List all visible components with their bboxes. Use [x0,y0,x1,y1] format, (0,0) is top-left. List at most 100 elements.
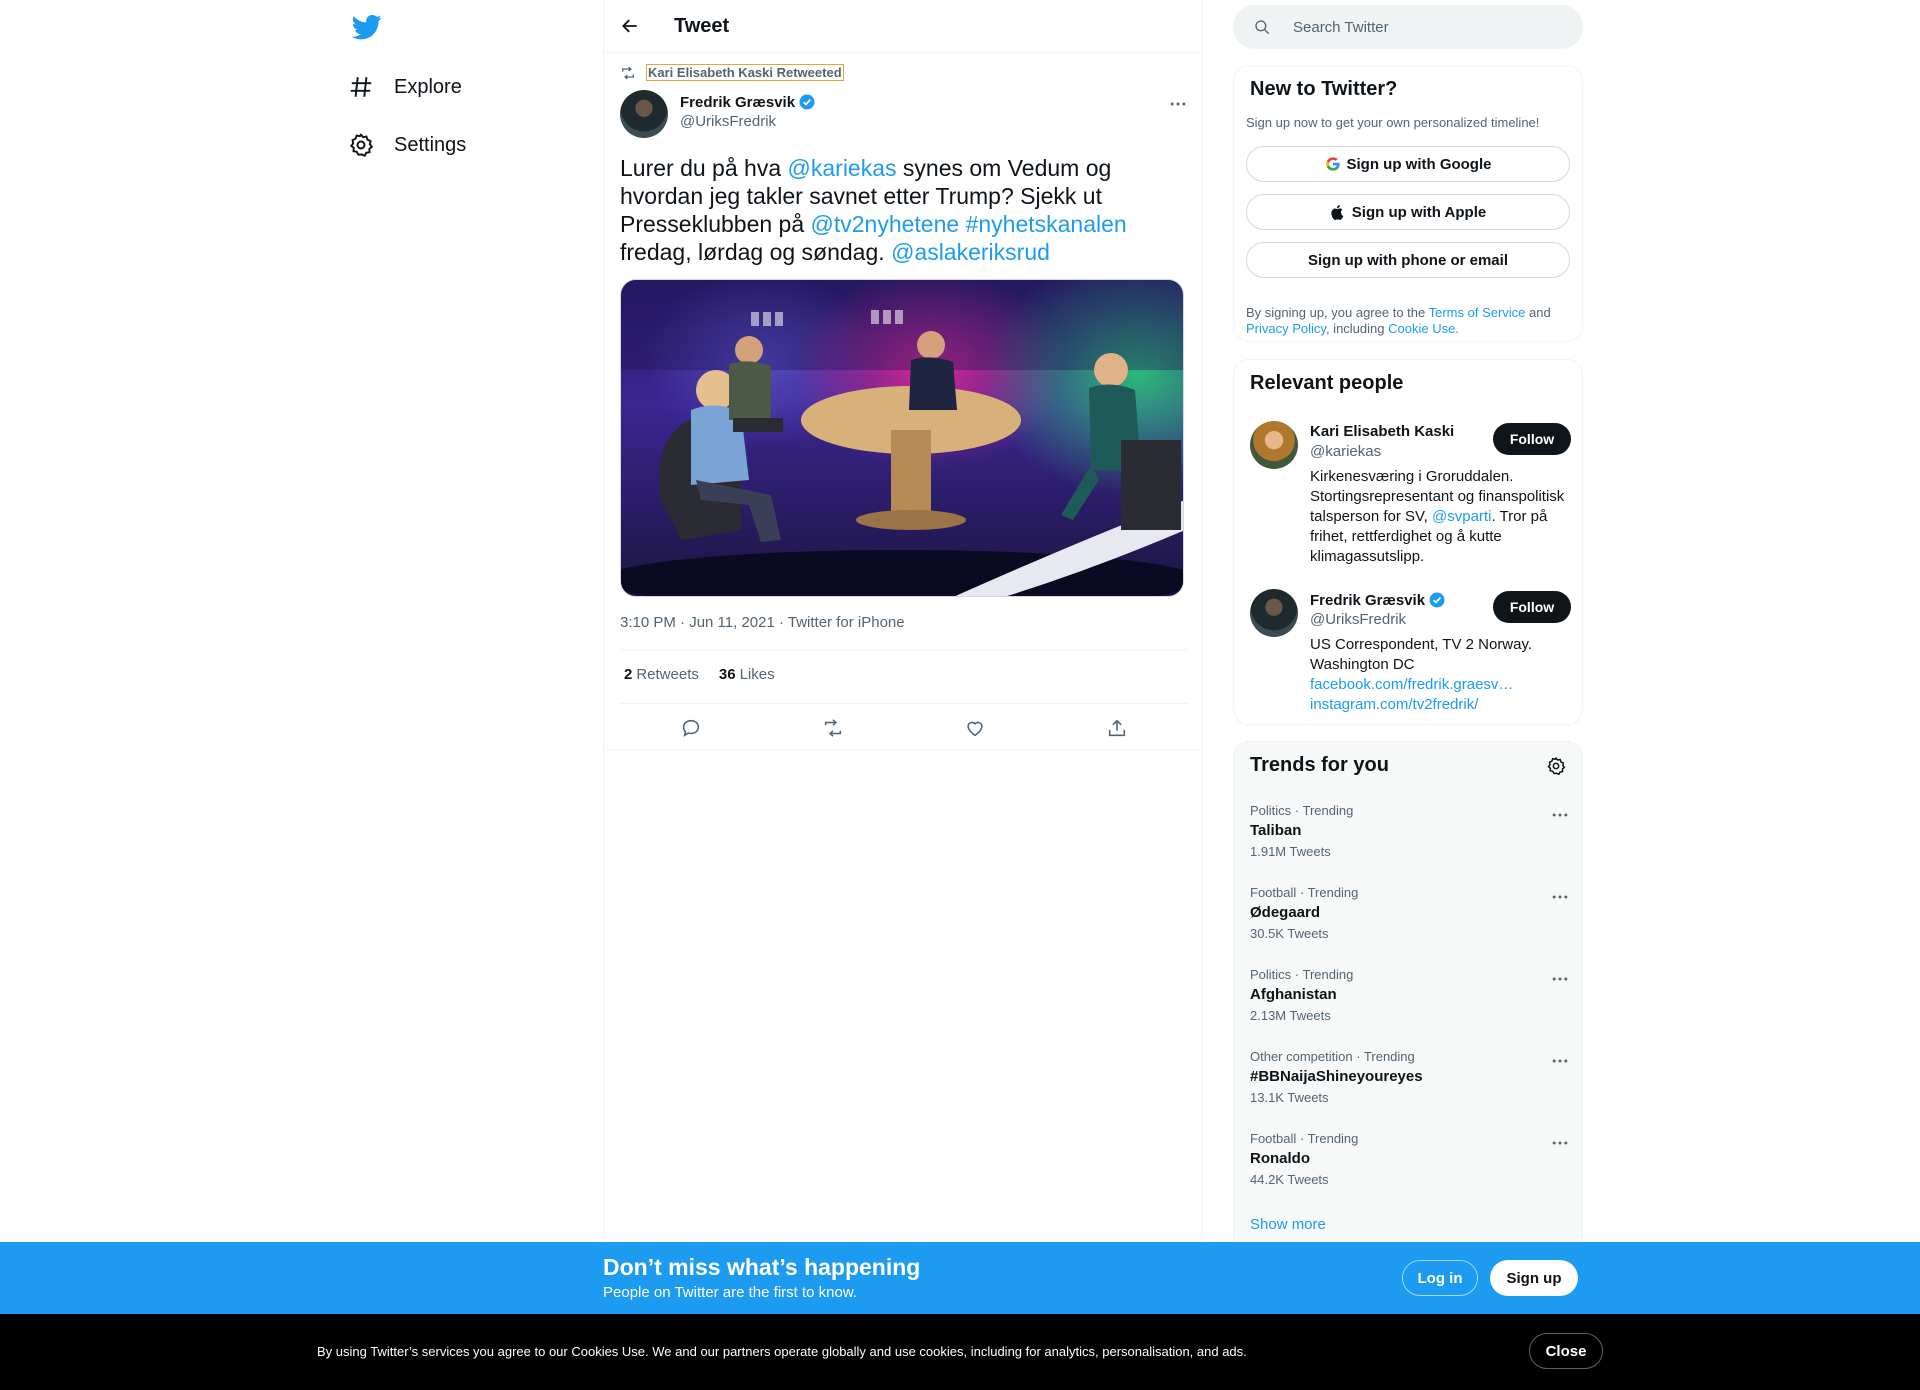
trend-name: Ødegaard [1250,904,1321,921]
cookie-text: By using Twitter’s services you agree to… [317,1344,1247,1359]
banner-subtitle: People on Twitter are the first to know. [603,1284,858,1301]
more-options-icon[interactable] [1550,1051,1570,1071]
cookie-consent-bar: By using Twitter’s services you agree to… [0,1314,1920,1390]
trend-meta: Other competition · Trending [1250,1049,1415,1064]
signup-card: New to Twitter? Sign up now to get your … [1233,65,1583,342]
tweet-column: Tweet Kari Elisabeth Kaski Retweeted Fre… [603,0,1203,1242]
trend-item[interactable]: Football · Trending Ødegaard 30.5K Tweet… [1250,885,1570,941]
trend-count: 2.13M Tweets [1250,1008,1331,1023]
signup-google-button[interactable]: Sign up with Google [1246,146,1570,182]
twitter-logo-icon[interactable] [352,12,382,42]
privacy-link[interactable]: Privacy Policy [1246,321,1326,336]
signup-banner: Don’t miss what’s happening People on Tw… [0,1242,1920,1314]
gear-icon [349,133,374,157]
signup-apple-label: Sign up with Apple [1351,203,1487,221]
banner-title: Don’t miss what’s happening [603,1254,921,1280]
trend-count: 44.2K Tweets [1250,1172,1329,1187]
bio-link[interactable]: facebook.com/fredrik.graesv… [1310,675,1572,695]
trend-meta: Football · Trending [1250,885,1359,900]
person-handle[interactable]: @kariekas [1310,443,1381,460]
trend-name: #BBNaijaShineyoureyes [1250,1068,1423,1085]
hashtag-link[interactable]: #nyhetskanalen [966,211,1127,237]
trend-item[interactable]: Other competition · Trending #BBNaijaShi… [1250,1049,1570,1105]
legal-text: By signing up, you agree to the [1246,305,1429,320]
retweet-action-icon[interactable] [822,717,844,739]
retweet-icon [622,66,634,79]
search-icon [1255,20,1270,35]
show-more-link[interactable]: Show more [1250,1216,1326,1233]
legal-text: and [1525,305,1551,320]
terms-link[interactable]: Terms of Service [1429,305,1526,320]
mention-link[interactable]: @kariekas [788,155,897,181]
tweet-stats: 2 Retweets 36 Likes [624,666,775,683]
person-handle[interactable]: @UriksFredrik [1310,611,1406,628]
tweet-author: Fredrik Græsvik @UriksFredrik [620,90,1188,138]
author-name-link[interactable]: Fredrik Græsvik [680,92,816,112]
bio-text: US Correspondent, TV 2 Norway. Washingto… [1310,636,1533,673]
legal-text: , including [1325,321,1389,336]
signup-google-label: Sign up with Google [1346,155,1492,173]
tweet-actions [620,714,1188,742]
trend-item[interactable]: Politics · Trending Afghanistan 2.13M Tw… [1250,967,1570,1023]
more-options-icon[interactable] [1550,1133,1570,1153]
verified-badge-icon [799,94,815,110]
likes-count: 36 [718,666,736,683]
person-bio: Kirkenesværing i Groruddalen. Stortingsr… [1310,467,1572,567]
trends-title: Trends for you [1250,754,1389,776]
hashtag-icon [350,77,372,97]
trend-name: Ronaldo [1250,1150,1310,1167]
like-heart-icon[interactable] [964,717,986,739]
tweet-timestamp[interactable]: 3:10 PM · Jun 11, 2021 · Twitter for iPh… [620,614,905,631]
trend-meta: Politics · Trending [1250,803,1354,818]
signup-apple-button[interactable]: Sign up with Apple [1246,194,1570,230]
trend-count: 13.1K Tweets [1250,1090,1329,1105]
mention-link[interactable]: @aslakeriksrud [891,239,1050,265]
more-options-icon[interactable] [1550,805,1570,825]
page-title: Tweet [674,14,730,37]
follow-button[interactable]: Follow [1493,423,1571,455]
retweets-stat[interactable]: 2 Retweets [624,666,699,683]
signup-phone-email-button[interactable]: Sign up with phone or email [1246,242,1570,278]
divider [604,750,1202,751]
reply-icon[interactable] [680,717,702,739]
cookie-use-link[interactable]: Cookie Use. [1388,321,1459,336]
nav-explore[interactable]: Explore [348,63,462,111]
mention-link[interactable]: @tv2nyhetene [811,211,960,237]
cookie-close-button[interactable]: Close [1529,1333,1603,1369]
search-input[interactable]: Search Twitter [1233,5,1583,49]
avatar[interactable] [620,90,668,138]
back-arrow-icon[interactable] [620,16,640,36]
mention-link[interactable]: @svparti [1432,508,1491,525]
avatar[interactable] [1250,421,1298,469]
verified-badge-icon [1429,592,1445,608]
signup-button[interactable]: Sign up [1490,1260,1578,1296]
more-options-icon[interactable] [1168,94,1188,114]
trend-item[interactable]: Football · Trending Ronaldo 44.2K Tweets [1250,1131,1570,1187]
trend-item[interactable]: Politics · Trending Taliban 1.91M Tweets [1250,803,1570,859]
person-name-row[interactable]: Fredrik Græsvik [1310,591,1446,609]
bio-link[interactable]: instagram.com/tv2fredrik/ [1310,695,1572,715]
follow-button[interactable]: Follow [1493,591,1571,623]
nav-settings[interactable]: Settings [348,121,466,169]
trends-settings-gear-icon[interactable] [1546,756,1566,776]
nav-explore-label: Explore [394,75,462,98]
author-handle[interactable]: @UriksFredrik [680,113,816,130]
retweeted-by-link[interactable]: Kari Elisabeth Kaski Retweeted [646,64,844,81]
likes-stat[interactable]: 36 Likes [719,666,775,683]
tweet-text-segment: fredag, lørdag og søndag. [620,239,892,265]
retweets-label: Retweets [636,666,699,683]
trend-count: 1.91M Tweets [1250,844,1331,859]
apple-icon [1331,205,1344,220]
share-icon[interactable] [1106,717,1128,739]
divider [620,703,1188,704]
avatar[interactable] [1250,589,1298,637]
tweet-header: Tweet [604,0,1202,53]
tweet-photo[interactable] [620,279,1184,597]
divider [620,649,1188,650]
trends-card: Trends for you Politics · Trending Talib… [1233,741,1583,1242]
login-button[interactable]: Log in [1402,1260,1478,1296]
more-options-icon[interactable] [1550,969,1570,989]
more-options-icon[interactable] [1550,887,1570,907]
person-name[interactable]: Kari Elisabeth Kaski [1310,423,1454,440]
nav-settings-label: Settings [394,133,467,156]
